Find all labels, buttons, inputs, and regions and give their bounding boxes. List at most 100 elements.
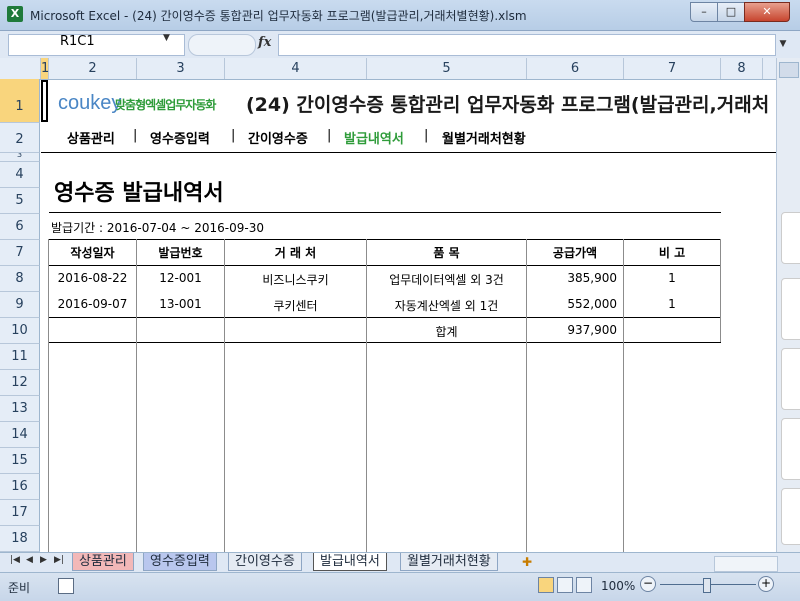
column-header-date: 작성일자	[70, 246, 115, 260]
next-sheet-icon[interactable]: ▶	[40, 555, 47, 565]
side-panel-button[interactable]	[781, 278, 800, 340]
maximize-button[interactable]: □	[717, 2, 745, 22]
side-panel-button[interactable]	[781, 212, 800, 264]
table-border	[623, 239, 624, 552]
column-header[interactable]: 5	[367, 58, 527, 79]
banner-title: (24) 간이영수증 통합관리 업무자동화 프로그램(발급관리,거래처	[246, 94, 770, 116]
table-border	[48, 342, 721, 343]
column-header[interactable]: 1	[41, 58, 49, 79]
table-cell[interactable]: 12-001	[137, 271, 224, 285]
row-header[interactable]: 10	[0, 318, 40, 344]
table-cell[interactable]: 1	[624, 271, 720, 285]
side-panel-button[interactable]	[781, 418, 800, 480]
zoom-out-button[interactable]: −	[640, 576, 656, 592]
row-header[interactable]: 2	[0, 123, 40, 153]
normal-view-icon[interactable]	[538, 577, 554, 593]
table-cell[interactable]: 쿠키센터	[225, 297, 366, 314]
row-header[interactable]: 15	[0, 448, 40, 474]
table-cell[interactable]: 비즈니스쿠키	[225, 271, 366, 288]
table-border	[136, 239, 137, 552]
prev-sheet-icon[interactable]: ◀	[26, 555, 33, 565]
column-header[interactable]: 4	[225, 58, 367, 79]
page-break-view-icon[interactable]	[576, 577, 592, 593]
total-value[interactable]: 937,900	[527, 323, 617, 337]
excel-icon[interactable]: X	[7, 6, 23, 22]
select-all-corner[interactable]	[0, 58, 41, 79]
row-header[interactable]: 17	[0, 500, 40, 526]
first-sheet-icon[interactable]: |◀	[10, 555, 20, 565]
new-sheet-icon[interactable]: ✚	[522, 555, 532, 569]
nav-monthly-client[interactable]: 월별거래처현황	[442, 128, 526, 147]
sheet-tab-product[interactable]: 상품관리	[72, 553, 134, 571]
row-header[interactable]: 6	[0, 214, 40, 240]
row-header[interactable]: 4	[0, 162, 40, 188]
table-border	[48, 239, 721, 240]
table-cell[interactable]: 552,000	[527, 297, 617, 311]
row-header[interactable]: 8	[0, 266, 40, 292]
row-header[interactable]: 12	[0, 370, 40, 396]
chevron-down-icon[interactable]: ▼	[163, 33, 170, 43]
total-label: 합계	[435, 325, 458, 339]
sheet-tab-simple-receipt[interactable]: 간이영수증	[228, 553, 302, 571]
horizontal-scrollbar[interactable]	[714, 556, 778, 572]
vertical-scrollbar[interactable]	[776, 58, 800, 552]
nav-product[interactable]: 상품관리	[67, 128, 115, 147]
column-header[interactable]: 8	[721, 58, 763, 79]
table-border	[48, 317, 721, 318]
table-cell[interactable]: 자동계산엑셀 외 1건	[367, 297, 526, 314]
row-header[interactable]: 13	[0, 396, 40, 422]
insert-function-icon[interactable]: fx	[258, 35, 271, 50]
record-macro-icon[interactable]	[58, 578, 74, 594]
row-header[interactable]: 18	[0, 526, 40, 552]
coukey-logo: coukey	[58, 92, 122, 114]
table-cell[interactable]: 13-001	[137, 297, 224, 311]
side-panel-button[interactable]	[781, 348, 800, 410]
column-header[interactable]: 6	[527, 58, 624, 79]
expand-formula-icon[interactable]: ▼	[776, 34, 790, 54]
row-header[interactable]: 14	[0, 422, 40, 448]
table-border	[526, 239, 527, 552]
table-cell[interactable]: 385,900	[527, 271, 617, 285]
minimize-button[interactable]: –	[690, 2, 718, 22]
row-header[interactable]: 3	[0, 153, 40, 162]
selected-cell[interactable]	[41, 80, 48, 122]
column-header[interactable]: 7	[624, 58, 721, 79]
sheet-tab-monthly-client[interactable]: 월별거래처현황	[400, 553, 498, 571]
name-box[interactable]	[8, 34, 185, 56]
table-cell[interactable]: 업무데이터엑셀 외 3건	[367, 271, 526, 288]
row-header[interactable]: 5	[0, 188, 40, 214]
table-cell[interactable]: 2016-09-07	[49, 297, 136, 311]
report-title: 영수증 발급내역서	[54, 181, 224, 206]
nav-receipt-input[interactable]: 영수증입력	[150, 128, 210, 147]
side-panel-button[interactable]	[781, 488, 800, 545]
column-header-row: 1 2 3 4 5 6 7 8	[0, 58, 790, 80]
last-sheet-icon[interactable]: ▶|	[54, 555, 64, 565]
divider	[49, 212, 721, 213]
row-header[interactable]: 1	[0, 79, 40, 123]
zoom-level[interactable]: 100%	[601, 579, 635, 593]
table-border	[720, 239, 721, 342]
divider	[41, 152, 776, 153]
formula-input[interactable]	[278, 34, 776, 56]
column-header-item: 품 목	[433, 246, 460, 260]
nav-simple-receipt[interactable]: 간이영수증	[248, 128, 308, 147]
split-handle[interactable]	[779, 62, 799, 78]
sheet-tab-receipt-input[interactable]: 영수증입력	[143, 553, 217, 571]
table-border	[48, 265, 721, 266]
row-header[interactable]: 9	[0, 292, 40, 318]
worksheet[interactable]: coukey 맞춤형엑셀업무자동화 (24) 간이영수증 통합관리 업무자동화 …	[41, 80, 790, 552]
page-layout-view-icon[interactable]	[557, 577, 573, 593]
table-cell[interactable]: 1	[624, 297, 720, 311]
zoom-slider-thumb[interactable]	[703, 578, 711, 593]
row-header[interactable]: 16	[0, 474, 40, 500]
sheet-tab-issue-history[interactable]: 발급내역서	[313, 553, 387, 571]
column-header[interactable]: 2	[49, 58, 137, 79]
zoom-in-button[interactable]: +	[758, 576, 774, 592]
column-header[interactable]: 3	[137, 58, 225, 79]
nav-issue-history[interactable]: 발급내역서	[344, 128, 404, 147]
close-button[interactable]: ✕	[744, 2, 790, 22]
formula-resize-handle[interactable]	[188, 34, 256, 56]
row-header[interactable]: 7	[0, 240, 40, 266]
table-cell[interactable]: 2016-08-22	[49, 271, 136, 285]
row-header[interactable]: 11	[0, 344, 40, 370]
